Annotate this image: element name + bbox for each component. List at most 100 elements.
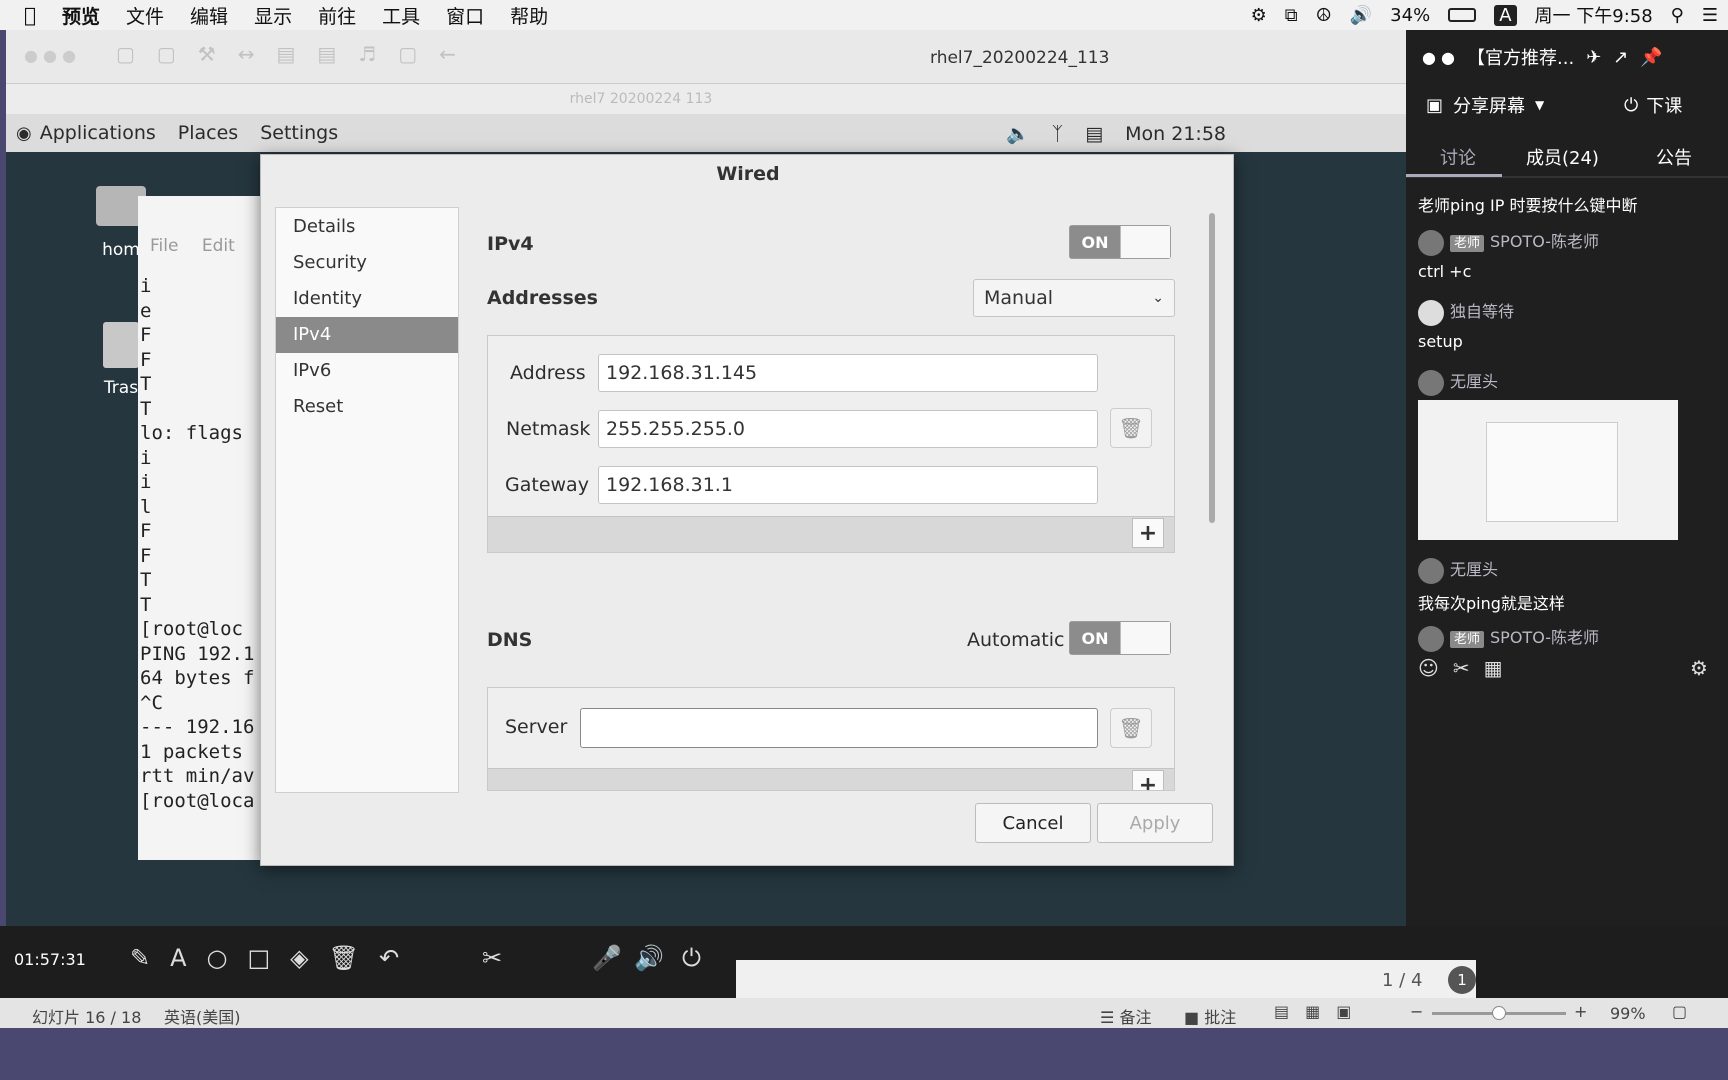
power-circle-icon: ⏻ [1624, 94, 1639, 116]
gear-status-icon[interactable]: ⚙ [1251, 5, 1267, 26]
airplane-icon[interactable]: ✈ [1586, 47, 1601, 68]
method-dropdown[interactable]: Manual ⌄ [973, 279, 1175, 317]
gnome-foot-icon[interactable]: ◉ [16, 123, 32, 144]
terminal-line: F [140, 324, 152, 346]
zoom-slider-thumb[interactable] [1492, 1006, 1506, 1020]
address-field[interactable]: 192.168.31.145 [598, 354, 1098, 392]
chat-panel: ● ● 【官方推荐... ✈ ↗ 📌 ▣ 分享屏幕 ▼ ⏻ 下课 讨论 成员(2… [1406, 30, 1728, 930]
speaker-icon[interactable]: 🔊 [634, 944, 664, 972]
delete-address-icon[interactable]: 🗑 [1110, 408, 1152, 448]
window-controls[interactable]: ● ● ● [24, 46, 76, 65]
image-icon[interactable]: ▦ [1484, 656, 1503, 680]
sidebar-item-reset[interactable]: Reset [276, 389, 458, 425]
view-mode-icons[interactable]: ▤▦▣ [1274, 1002, 1367, 1021]
list-menu-icon[interactable]: ☰ [1702, 5, 1718, 26]
comments-button[interactable]: ■ 批注 [1184, 1004, 1236, 1028]
share-screen-button[interactable]: ▣ 分享屏幕 ▼ [1426, 92, 1544, 118]
screen-icon[interactable]: ⧉ [1285, 5, 1298, 26]
rectangle-icon[interactable]: □ [247, 944, 270, 972]
tab-members[interactable]: 成员(24) [1526, 144, 1599, 170]
terminal-line: 64 bytes f [140, 667, 255, 689]
terminal-menu-file[interactable]: File [150, 236, 178, 256]
window-dots[interactable]: ● ● [1422, 48, 1455, 67]
terminal-line: rtt min/av [140, 765, 255, 787]
settings-menu[interactable]: Settings [260, 122, 338, 144]
menu-preview[interactable]: 预览 [62, 2, 100, 29]
zoom-in-icon[interactable]: + [1574, 1002, 1587, 1021]
page-badge[interactable]: 1 [1448, 966, 1476, 994]
scrollbar[interactable] [1207, 207, 1217, 793]
chat-image-thumbnail[interactable] [1418, 400, 1678, 540]
chat-sender: 老师 SPOTO-陈老师 [1418, 228, 1599, 256]
scissors-icon[interactable]: ✂ [1453, 656, 1470, 680]
delete-server-icon[interactable]: 🗑 [1110, 708, 1152, 748]
volume-icon[interactable]: 🔊 [1350, 5, 1372, 26]
undo-icon[interactable]: ↶ [379, 944, 399, 972]
cancel-button[interactable]: Cancel [975, 803, 1091, 843]
dns-server-field[interactable] [580, 708, 1098, 748]
apply-button[interactable]: Apply [1097, 803, 1213, 843]
sidebar-item-ipv6[interactable]: IPv6 [276, 353, 458, 389]
terminal-menu-edit[interactable]: Edit [202, 236, 235, 256]
sidebar-item-identity[interactable]: Identity [276, 281, 458, 317]
pin-icon[interactable]: 📌 [1640, 47, 1662, 68]
gateway-field[interactable]: 192.168.31.1 [598, 466, 1098, 504]
menu-go[interactable]: 前往 [318, 2, 356, 29]
addresses-header: Addresses [487, 287, 598, 309]
notes-button[interactable]: ☰ 备注 [1100, 1004, 1151, 1028]
menubar-clock[interactable]: 周一 下午9:58 [1535, 2, 1653, 28]
zoom-out-icon[interactable]: − [1410, 1002, 1423, 1021]
applications-menu[interactable]: Applications [40, 122, 156, 144]
menu-view[interactable]: 显示 [254, 2, 292, 29]
sender-name: 独自等待 [1450, 302, 1515, 321]
sidebar-item-details[interactable]: Details [276, 209, 458, 245]
power-icon[interactable]: ⏻ [682, 944, 701, 972]
menu-file[interactable]: 文件 [126, 2, 164, 29]
chat-tabs: 讨论 成员(24) 公告 [1406, 136, 1728, 178]
menu-tools[interactable]: 工具 [382, 2, 420, 29]
terminal-line: [root@loca [140, 789, 255, 812]
microphone-icon[interactable]: 🎤 [592, 944, 622, 972]
bluetooth-icon[interactable]: ᛉ [1052, 123, 1063, 145]
emoji-icon[interactable]: ☺ [1418, 656, 1439, 680]
share-out-icon[interactable]: ↗ [1613, 47, 1628, 68]
eraser-icon[interactable]: ◈ [290, 944, 308, 972]
network-icon[interactable]: ▤ [1085, 123, 1103, 145]
tab-discussion[interactable]: 讨论 [1440, 144, 1476, 170]
active-tab-indicator [1406, 174, 1502, 177]
chat-settings-gear-icon[interactable]: ⚙ [1690, 656, 1708, 680]
menu-window[interactable]: 窗口 [446, 2, 484, 29]
pen-icon[interactable]: ✎ [130, 944, 150, 972]
scrollbar-thumb[interactable] [1209, 213, 1215, 523]
sidebar-item-ipv4[interactable]: IPv4 [276, 317, 458, 353]
sender-name: SPOTO-陈老师 [1490, 232, 1600, 251]
language-indicator[interactable]: 英语(美国) [164, 1004, 241, 1028]
wifi-icon[interactable]: ☮ [1316, 5, 1332, 26]
places-menu[interactable]: Places [178, 122, 238, 144]
gnome-clock[interactable]: Mon 21:58 [1125, 123, 1226, 145]
terminal-window[interactable]: i e F F T Tlo: flags i i l F F T T [root@loc PING 192.… [138, 196, 268, 860]
scissors-tool-icon[interactable]: ✂ [482, 944, 502, 972]
ipv4-toggle[interactable]: ON [1069, 225, 1171, 259]
input-method-icon[interactable]: A [1494, 4, 1517, 26]
menu-edit[interactable]: 编辑 [190, 2, 228, 29]
spotlight-search-icon[interactable]: ⚲ [1671, 5, 1684, 26]
dns-automatic-toggle[interactable]: ON [1069, 621, 1171, 655]
netmask-field[interactable]: 255.255.255.0 [598, 410, 1098, 448]
tab-announcement[interactable]: 公告 [1656, 144, 1692, 170]
terminal-line: T [140, 593, 152, 616]
vm-title: rhel7_20200224_113 [930, 48, 1110, 68]
battery-icon[interactable] [1448, 8, 1477, 22]
apple-icon[interactable]:  [24, 3, 36, 27]
add-address-button[interactable]: + [1132, 518, 1164, 548]
text-icon[interactable]: A [170, 944, 186, 972]
menu-help[interactable]: 帮助 [510, 2, 548, 29]
delete-icon[interactable]: 🗑 [329, 944, 359, 972]
toolbar-icons[interactable]: ▢▢⚒↔▤▤♬▢← [116, 42, 478, 66]
sidebar-item-security[interactable]: Security [276, 245, 458, 281]
add-server-button[interactable]: + [1132, 770, 1164, 790]
fit-window-icon[interactable]: ▢ [1672, 1002, 1687, 1021]
gnome-volume-icon[interactable]: 🔈 [1006, 122, 1030, 145]
circle-icon[interactable]: ○ [207, 944, 228, 972]
end-class-button[interactable]: ⏻ 下课 [1624, 92, 1682, 118]
